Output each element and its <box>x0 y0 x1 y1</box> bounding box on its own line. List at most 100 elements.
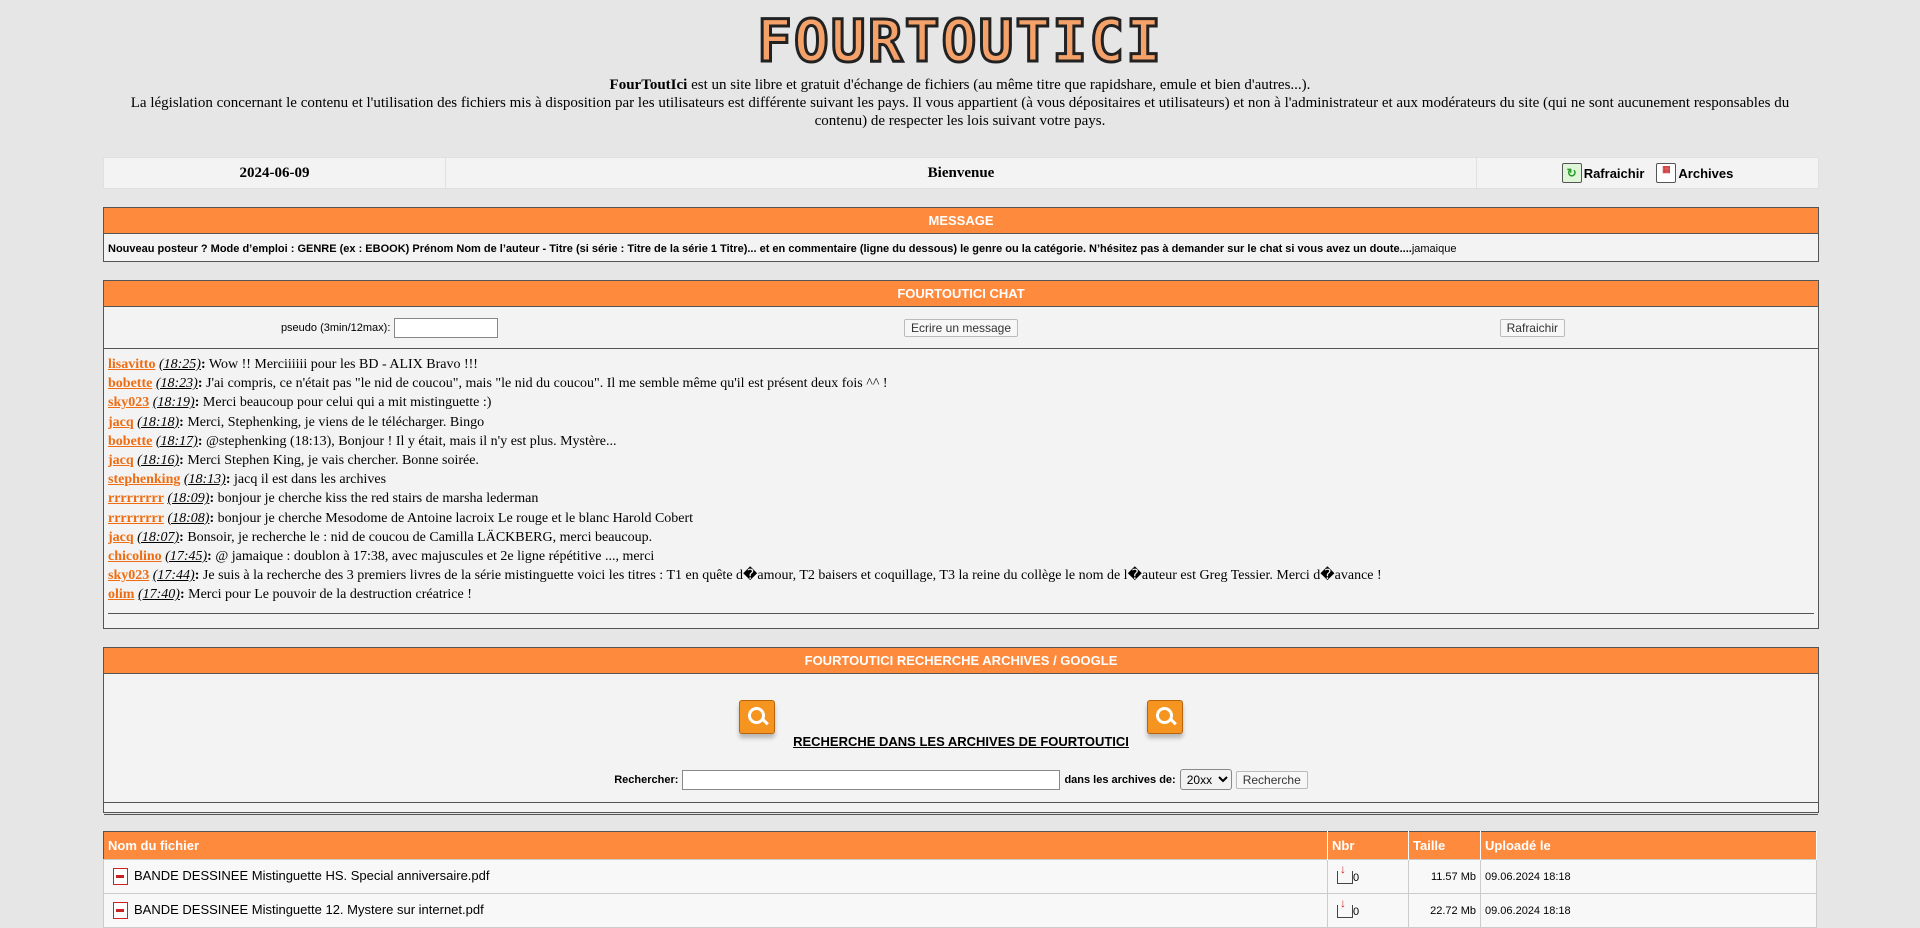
file-link[interactable]: BANDE DESSINEE Mistinguette HS. Special … <box>134 868 490 883</box>
file-size: 11.57 Mb <box>1408 859 1481 894</box>
chat-message: jacq (18:07): Bonsoir, je recherche le :… <box>108 528 1814 547</box>
col-nbr[interactable]: Nbr <box>1327 831 1409 860</box>
file-table-header: Nom du fichier Nbr Taille Uploadé le <box>103 831 1817 860</box>
chat-refresh-group: Rafraichir <box>1247 318 1818 337</box>
chat-refresh-button[interactable]: Rafraichir <box>1499 318 1565 337</box>
chat-message: jacq (18:16): Merci Stephen King, je vai… <box>108 451 1814 470</box>
file-table: Nom du fichier Nbr Taille Uploadé le BAN… <box>103 831 1817 928</box>
chat-divider <box>108 612 1814 614</box>
chat-text: Wow !! Merciiiiii pour les BD - ALIX Bra… <box>205 357 478 372</box>
chat-time: (18:08) <box>167 510 210 526</box>
archives-link[interactable]: ▦ Archives <box>1656 163 1733 183</box>
chat-time: (18:16) <box>137 453 180 469</box>
file-name-cell: BANDE DESSINEE Mistinguette 12. Mystere … <box>103 893 1328 928</box>
refresh-icon: ↻ <box>1561 163 1582 183</box>
calendar-icon: ▦ <box>1656 163 1677 183</box>
intro-line2: La législation concernant le contenu et … <box>130 95 1790 129</box>
pseudo-input[interactable] <box>394 317 499 338</box>
chat-header: FOURTOUTICI CHAT <box>104 281 1818 307</box>
chat-nick[interactable]: bobette <box>108 376 152 391</box>
col-size[interactable]: Taille <box>1408 831 1481 860</box>
site-logo[interactable]: FOURTOUTICI <box>755 9 1163 74</box>
message-text: Nouveau posteur ? Mode d’emploi : GENRE … <box>108 243 1412 255</box>
chat-time: (17:40) <box>137 587 180 603</box>
chat-nick[interactable]: sky023 <box>108 395 149 410</box>
search-input[interactable] <box>682 769 1061 790</box>
chat-time: (18:07) <box>137 529 180 545</box>
refresh-link-label: Rafraichir <box>1583 165 1645 181</box>
site-logo-area: FOURTOUTICI <box>0 0 1920 74</box>
chat-message: stephenking (18:13): jacq il est dans le… <box>108 470 1814 489</box>
chat-message: rrrrrrrrr (18:08): bonjour je cherche Me… <box>108 509 1814 528</box>
intro-line1: FourToutIci est un site libre et gratuit… <box>128 76 1792 94</box>
current-date: 2024-06-09 <box>104 158 446 188</box>
download-count: 0 <box>1353 905 1360 918</box>
search-panel: FOURTOUTICI RECHERCHE ARCHIVES / GOOGLE … <box>103 647 1819 815</box>
chat-time: (18:18) <box>137 414 180 430</box>
col-filename[interactable]: Nom du fichier <box>103 831 1328 860</box>
chat-text: jacq il est dans les archives <box>230 472 387 488</box>
chat-nick[interactable]: sky023 <box>108 568 149 583</box>
chat-message: bobette (18:23): J'ai compris, ce n'étai… <box>108 374 1814 393</box>
chat-message: sky023 (17:44): Je suis à la recherche d… <box>108 566 1814 585</box>
message-header: MESSAGE <box>104 208 1818 234</box>
top-bar: 2024-06-09 Bienvenue ↻ Rafraichir ▦ Arch… <box>103 157 1819 189</box>
chat-time: (17:45) <box>165 549 208 565</box>
download-icon[interactable] <box>1337 896 1353 919</box>
file-date: 09.06.2024 18:18 <box>1480 893 1817 928</box>
download-count: 0 <box>1353 871 1360 884</box>
chat-nick[interactable]: chicolino <box>108 549 162 564</box>
file-nbr-cell: 0 <box>1327 859 1409 894</box>
archives-year-select[interactable]: 20xx <box>1179 769 1232 790</box>
search-button[interactable]: Recherche <box>1235 770 1308 789</box>
search-right-magnifier-icon[interactable] <box>1147 700 1183 734</box>
file-date: 09.06.2024 18:18 <box>1480 859 1817 894</box>
chat-nick[interactable]: stephenking <box>108 472 180 487</box>
chat-time: (18:09) <box>167 491 210 507</box>
refresh-link[interactable]: ↻ Rafraichir <box>1561 163 1645 183</box>
chat-text: Je suis à la recherche des 3 premiers li… <box>199 568 1382 584</box>
chat-text: @stephenking (18:13), Bonjour ! Il y éta… <box>202 433 617 449</box>
chat-message: lisavitto (18:25): Wow !! Merciiiiii pou… <box>108 355 1814 374</box>
download-icon[interactable] <box>1337 862 1353 885</box>
pseudo-label: pseudo (3min/12max): <box>280 321 391 334</box>
archive-search-link[interactable]: RECHERCHE DANS LES ARCHIVES DE FOURTOUTI… <box>104 734 1818 749</box>
pdf-icon <box>113 902 128 920</box>
file-link[interactable]: BANDE DESSINEE Mistinguette 12. Mystere … <box>134 902 484 917</box>
chat-nick[interactable]: lisavitto <box>108 357 155 372</box>
chat-text: Merci Stephen King, je vais chercher. Bo… <box>183 453 479 469</box>
chat-nick[interactable]: olim <box>108 587 134 602</box>
chat-text: Merci, Stephenking, je viens de le téléc… <box>183 414 485 430</box>
chat-time: (18:17) <box>155 433 198 449</box>
chat-messages: lisavitto (18:25): Wow !! Merciiiiii pou… <box>104 349 1818 605</box>
site-intro: FourToutIci est un site libre et gratuit… <box>128 76 1792 130</box>
archives-select-label: dans les archives de: <box>1064 773 1176 786</box>
chat-nick[interactable]: jacq <box>108 530 134 545</box>
chat-text: Merci pour Le pouvoir de la destruction … <box>184 587 472 603</box>
intro-site-name: FourToutIci <box>609 77 688 93</box>
search-left-magnifier-icon[interactable] <box>739 700 775 734</box>
chat-nick[interactable]: jacq <box>108 415 134 430</box>
chat-text: bonjour je cherche Mesodome de Antoine l… <box>214 510 694 526</box>
write-group: Ecrire un message <box>675 318 1246 337</box>
chat-time: (18:25) <box>158 357 201 372</box>
chat-text: J'ai compris, ce n'était pas "le nid de … <box>202 376 888 392</box>
pdf-icon <box>113 868 128 886</box>
chat-time: (18:19) <box>152 395 195 411</box>
search-header: FOURTOUTICI RECHERCHE ARCHIVES / GOOGLE <box>104 648 1818 674</box>
chat-nick[interactable]: bobette <box>108 434 152 449</box>
col-upload-date[interactable]: Uploadé le <box>1480 831 1817 860</box>
search-area: RECHERCHE DANS LES ARCHIVES DE FOURTOUTI… <box>104 674 1818 796</box>
chat-time: (18:13) <box>183 472 226 488</box>
search-divider-1 <box>104 802 1818 803</box>
chat-message: rrrrrrrrr (18:09): bonjour je cherche ki… <box>108 489 1814 508</box>
chat-nick[interactable]: rrrrrrrrr <box>108 511 164 526</box>
chat-panel: FOURTOUTICI CHAT pseudo (3min/12max): Ec… <box>103 280 1819 629</box>
chat-message: sky023 (18:19): Merci beaucoup pour celu… <box>108 393 1814 412</box>
table-row: BANDE DESSINEE Mistinguette 12. Mystere … <box>103 893 1817 928</box>
chat-text: @ jamaique : doublon à 17:38, avec majus… <box>211 549 655 565</box>
chat-nick[interactable]: jacq <box>108 453 134 468</box>
chat-nick[interactable]: rrrrrrrrr <box>108 491 164 506</box>
file-name-cell: BANDE DESSINEE Mistinguette HS. Special … <box>103 859 1328 894</box>
write-message-button[interactable]: Ecrire un message <box>903 318 1019 337</box>
